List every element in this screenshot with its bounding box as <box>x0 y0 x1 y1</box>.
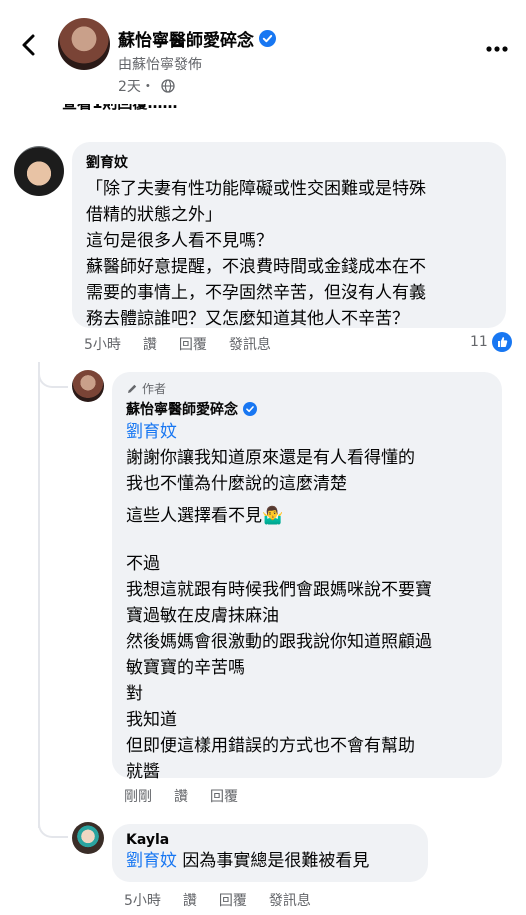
verified-badge-icon <box>243 402 257 416</box>
back-button[interactable] <box>14 30 44 60</box>
reaction-count-text: 11 <box>470 334 488 350</box>
thread-connector <box>38 810 68 838</box>
comment-text: 因為事實總是很難被看見 <box>177 851 370 871</box>
page-avatar[interactable] <box>58 18 110 70</box>
post-time-text[interactable]: 2天・ <box>118 76 155 96</box>
comment-author[interactable]: Kayla <box>126 832 414 848</box>
globe-icon <box>161 79 175 93</box>
more-dots-icon <box>486 46 508 52</box>
thread-connector <box>38 362 68 388</box>
comment-text: 「除了夫妻有性功能障礙或性交困難或是特殊 借精的狀態之外」 這句是很多人看不見嗎… <box>86 179 426 329</box>
reply-actions: 剛剛 讚 回覆 <box>124 786 260 806</box>
author-badge: 作者 <box>126 380 488 397</box>
like-button[interactable]: 讚 <box>143 334 157 354</box>
comment-time[interactable]: 5小時 <box>124 890 161 910</box>
reply-text-part-2: 這些人選擇看不見🤷‍♂️ <box>126 506 284 526</box>
posted-by: 由蘇怡寧發佈 <box>118 57 202 73</box>
reply-bubble: 作者 蘇怡寧醫師愛碎念 劉育妏 謝謝你讓我知道原來還是有人看得懂的 我也不懂為什… <box>112 372 502 782</box>
like-button[interactable]: 讚 <box>183 890 197 910</box>
like-button[interactable]: 讚 <box>174 786 188 806</box>
author-avatar[interactable] <box>72 370 104 402</box>
thread-line <box>38 372 40 828</box>
comment-actions: 5小時 讚 回覆 發訊息 <box>124 890 333 910</box>
comment-bubble: 劉育妏 「除了夫妻有性功能障礙或性交困難或是特殊 借精的狀態之外」 這句是很多人… <box>72 142 506 329</box>
mention-link[interactable]: 劉育妏 <box>126 419 488 445</box>
comment-actions: 5小時 讚 回覆 發訊息 <box>84 334 293 354</box>
more-options-button[interactable] <box>486 38 508 52</box>
message-button[interactable]: 發訊息 <box>229 334 271 354</box>
like-reaction-icon <box>491 332 512 352</box>
commenter-avatar[interactable] <box>72 822 104 854</box>
reaction-count[interactable]: 11 <box>470 332 512 352</box>
chevron-left-icon <box>22 34 35 56</box>
reply-button[interactable]: 回覆 <box>219 890 247 910</box>
post-header: 蘇怡寧醫師愛碎念 由蘇怡寧發佈 2天・ <box>0 0 526 110</box>
verified-badge-icon <box>259 30 276 47</box>
view-more-replies[interactable]: 查看1則回覆…… <box>62 104 177 118</box>
view-more-replies-label: 查看1則回覆…… <box>62 104 177 112</box>
page-name[interactable]: 蘇怡寧醫師愛碎念 <box>118 26 254 51</box>
reply-time[interactable]: 剛剛 <box>124 786 152 806</box>
reply-text-part-1: 謝謝你讓我知道原來還是有人看得懂的 我也不懂為什麼說的這麼清楚 <box>126 448 415 494</box>
author-badge-label: 作者 <box>142 382 167 396</box>
message-button[interactable]: 發訊息 <box>269 890 311 910</box>
commenter-avatar[interactable] <box>14 146 64 196</box>
page-name-row: 蘇怡寧醫師愛碎念 <box>118 26 276 51</box>
comment-bubble: Kayla 劉育妏 因為事實總是很難被看見 <box>112 824 428 882</box>
comment-author[interactable]: 劉育妏 <box>86 152 492 172</box>
pencil-icon <box>128 384 137 393</box>
reply-author-row: 蘇怡寧醫師愛碎念 <box>126 399 488 419</box>
mention-link[interactable]: 劉育妏 <box>126 851 177 871</box>
reply-author[interactable]: 蘇怡寧醫師愛碎念 <box>126 399 238 419</box>
reply-button[interactable]: 回覆 <box>210 786 238 806</box>
reply-text-part-3: 不過 我想這就跟有時候我們會跟媽咪說不要寶 寶過敏在皮膚抹麻油 然後媽媽會很激動… <box>126 554 432 782</box>
reply-button[interactable]: 回覆 <box>179 334 207 354</box>
comment-time[interactable]: 5小時 <box>84 334 121 354</box>
post-time: 2天・ <box>118 76 175 96</box>
